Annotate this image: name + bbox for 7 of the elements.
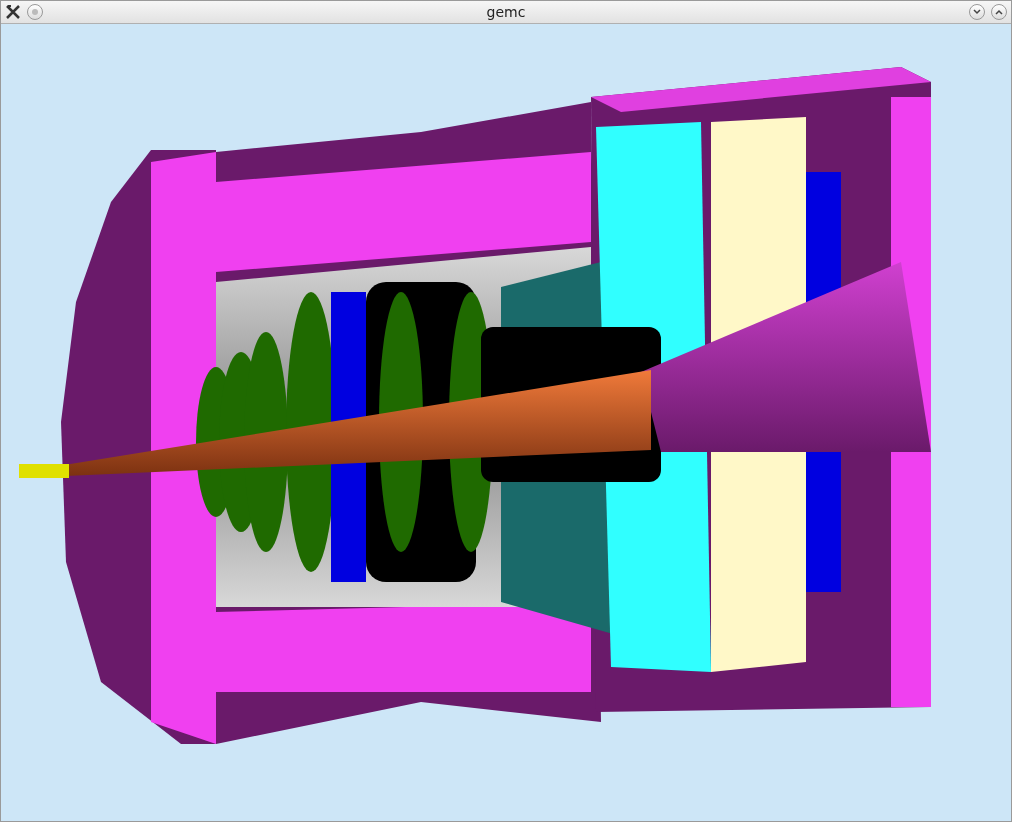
- minimize-button[interactable]: [969, 4, 985, 20]
- maximize-button[interactable]: [991, 4, 1007, 20]
- window-title: gemc: [486, 4, 526, 20]
- menu-button[interactable]: [27, 4, 43, 20]
- chevron-down-icon: [973, 9, 981, 15]
- app-logo-icon[interactable]: [5, 4, 21, 20]
- chevron-up-icon: [995, 9, 1003, 15]
